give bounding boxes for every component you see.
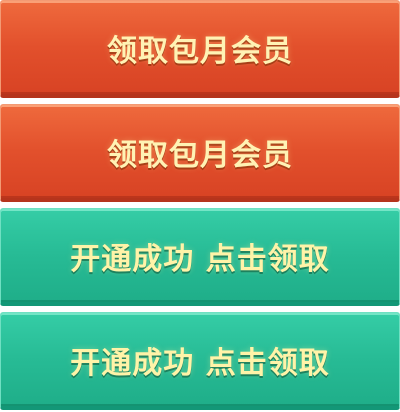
button-label: 领取包月会员	[107, 33, 293, 69]
button-label: 开通成功 点击领取	[70, 241, 330, 277]
activated-claim-button-pressed[interactable]: 开通成功 点击领取	[0, 312, 400, 410]
claim-monthly-membership-button[interactable]: 领取包月会员	[0, 0, 400, 98]
activated-claim-button[interactable]: 开通成功 点击领取	[0, 208, 400, 306]
button-label: 领取包月会员	[107, 137, 293, 173]
button-label: 开通成功 点击领取	[70, 345, 330, 381]
claim-monthly-membership-button-pressed[interactable]: 领取包月会员	[0, 104, 400, 202]
